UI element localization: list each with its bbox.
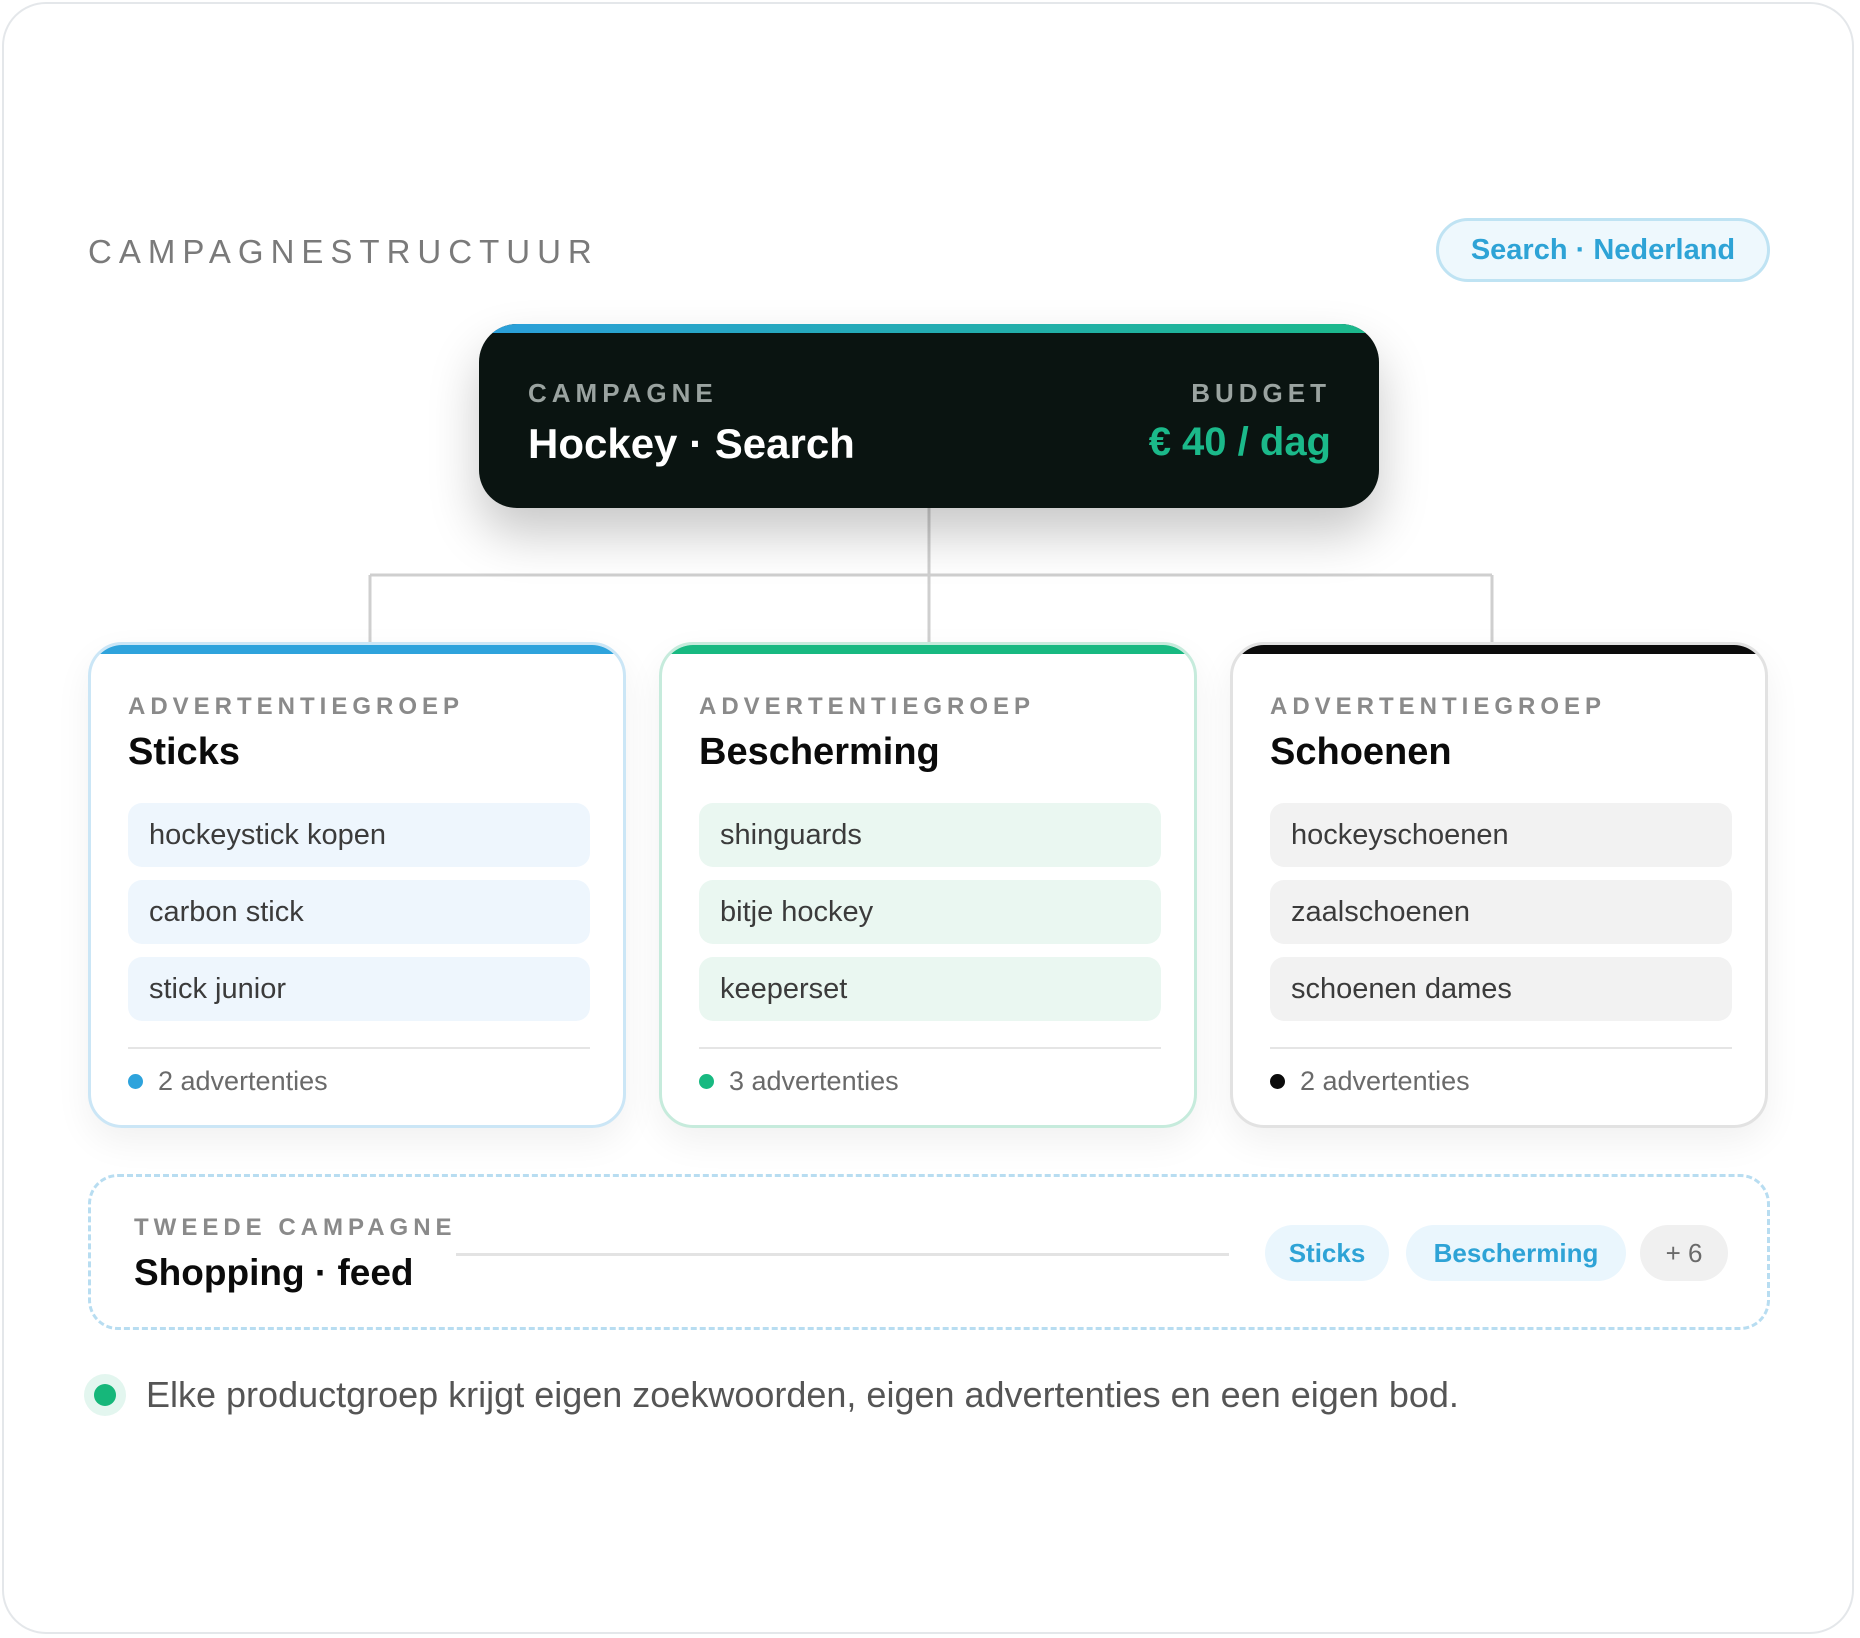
ads-count: 3 advertenties <box>699 1066 899 1097</box>
second-campaign-label: TWEEDE CAMPAGNE <box>134 1214 457 1241</box>
second-campaign-card[interactable]: TWEEDE CAMPAGNE Shopping · feed Sticks B… <box>88 1174 1770 1330</box>
ad-group-accent-bar <box>91 645 623 654</box>
status-dot <box>1270 1074 1285 1089</box>
ads-count-label: 3 advertenties <box>729 1066 899 1096</box>
campaign-label: CAMPAGNE <box>528 378 718 408</box>
ad-group-card-schoenen[interactable]: ADVERTENTIEGROEP Schoenen hockeyschoenen… <box>1230 642 1768 1128</box>
keyword-chip: hockeystick kopen <box>128 803 590 867</box>
ad-group-card-bescherming[interactable]: ADVERTENTIEGROEP Bescherming shinguards … <box>659 642 1197 1128</box>
ad-group-accent-bar <box>662 645 1194 654</box>
ads-count: 2 advertenties <box>1270 1066 1470 1097</box>
keyword-chip: bitje hockey <box>699 880 1161 944</box>
status-dot <box>699 1074 714 1089</box>
ad-group-name: Sticks <box>128 731 240 773</box>
ads-count: 2 advertenties <box>128 1066 328 1097</box>
keyword-chip: carbon stick <box>128 880 590 944</box>
second-campaign-line <box>456 1253 1229 1256</box>
footnote-text: Elke productgroep krijgt eigen zoekwoord… <box>146 1374 1459 1415</box>
keyword-chip: keeperset <box>699 957 1161 1021</box>
chip-bescherming[interactable]: Bescherming <box>1406 1225 1626 1281</box>
ad-group-divider <box>1270 1047 1732 1049</box>
second-campaign-name: Shopping · feed <box>134 1252 414 1293</box>
budget-value: € 40 / dag <box>1148 420 1331 464</box>
ad-group-name: Schoenen <box>1270 731 1452 773</box>
campaign-card[interactable]: CAMPAGNE Hockey · Search BUDGET € 40 / d… <box>479 324 1379 508</box>
chip-sticks[interactable]: Sticks <box>1265 1225 1389 1281</box>
ad-group-accent-bar <box>1233 645 1765 654</box>
keyword-chip: schoenen dames <box>1270 957 1732 1021</box>
note-dot-icon <box>94 1384 116 1406</box>
keyword-chip: stick junior <box>128 957 590 1021</box>
ad-group-label: ADVERTENTIEGROEP <box>128 693 465 720</box>
status-dot <box>128 1074 143 1089</box>
campaign-name: Hockey · Search <box>528 420 855 467</box>
keyword-chip: shinguards <box>699 803 1161 867</box>
budget-label: BUDGET <box>1191 378 1331 408</box>
footnote: Elke productgroep krijgt eigen zoekwoord… <box>92 1374 1459 1416</box>
ad-group-divider <box>128 1047 590 1049</box>
ad-group-label: ADVERTENTIEGROEP <box>1270 693 1607 720</box>
ad-group-label: ADVERTENTIEGROEP <box>699 693 1036 720</box>
ads-count-label: 2 advertenties <box>1300 1066 1470 1096</box>
ad-group-name: Bescherming <box>699 731 940 773</box>
keyword-chip: zaalschoenen <box>1270 880 1732 944</box>
keyword-chip: hockeyschoenen <box>1270 803 1732 867</box>
ad-group-divider <box>699 1047 1161 1049</box>
chip-more[interactable]: + 6 <box>1640 1225 1728 1281</box>
campaign-accent-bar <box>479 324 1379 333</box>
ad-group-card-sticks[interactable]: ADVERTENTIEGROEP Sticks hockeystick kope… <box>88 642 626 1128</box>
ads-count-label: 2 advertenties <box>158 1066 328 1096</box>
